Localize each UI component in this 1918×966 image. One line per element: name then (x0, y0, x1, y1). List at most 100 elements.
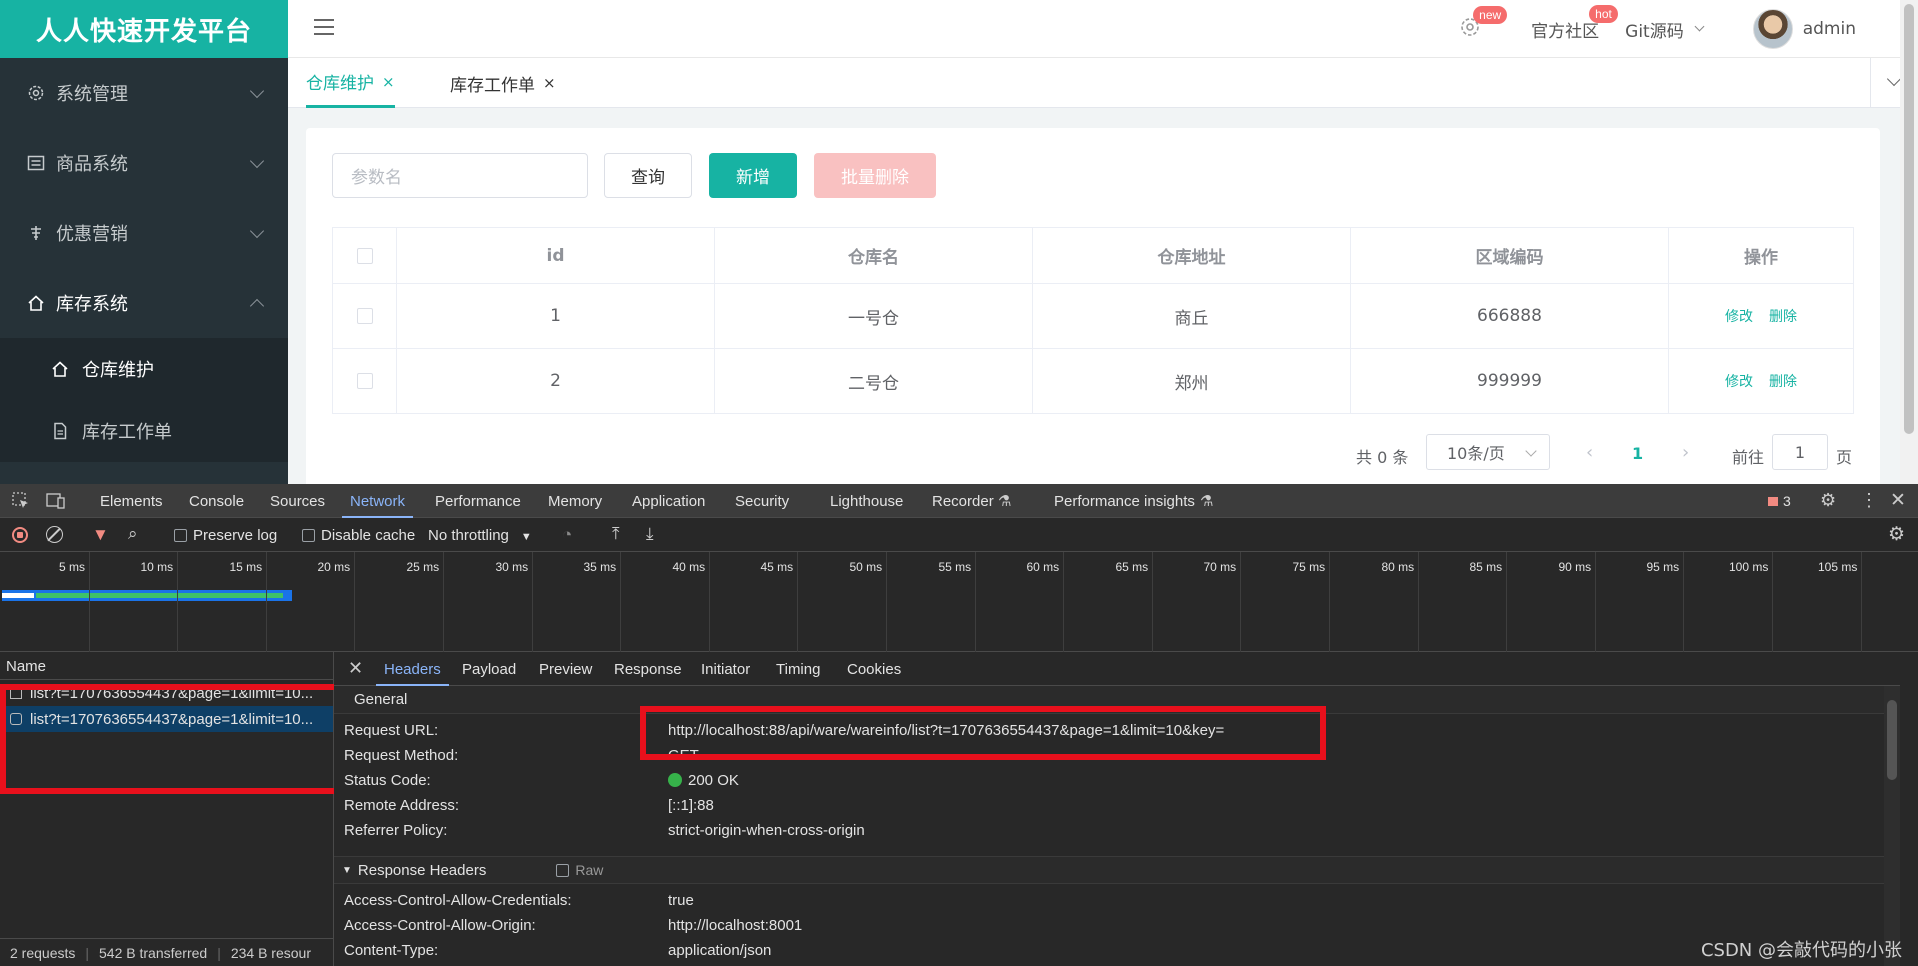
detail-tab-timing[interactable]: Timing (776, 661, 820, 678)
devtools-tab-performance-insights[interactable]: Performance insights (1054, 493, 1195, 510)
network-summary: 2 requests | 542 B transferred | 234 B r… (0, 938, 334, 966)
menu-item-inventory[interactable]: 库存系统 (0, 268, 288, 338)
device-toggle-icon[interactable] (46, 492, 66, 514)
network-timeline[interactable]: 5 ms 10 ms 15 ms 20 ms 25 ms 30 ms 35 ms 40 ms 4… (0, 552, 1918, 652)
devtools-tab-recorder[interactable]: Recorder (932, 493, 994, 510)
devtools-tab-performance[interactable]: Performance (435, 493, 521, 510)
community-link[interactable]: 官方社区 hot (1531, 4, 1618, 42)
header-key: Request Method: (344, 747, 459, 764)
response-headers-section-header[interactable]: ▼ Response Headers Raw (334, 856, 1900, 884)
header-value[interactable]: [::1]:88 (668, 797, 714, 814)
network-conditions-icon[interactable]: ◔ (562, 525, 572, 545)
select-all-checkbox[interactable] (356, 247, 373, 264)
menu-item-coupon[interactable]: 优惠营销 (0, 198, 288, 268)
git-source-dropdown[interactable]: Git源码 (1625, 17, 1705, 42)
resources-size: 234 B resour (230, 944, 311, 961)
header-value[interactable]: application/json (668, 942, 771, 959)
column-header[interactable]: 区域编码 (1350, 227, 1669, 284)
header-value[interactable]: http://localhost:8001 (668, 917, 802, 934)
preserve-log-checkbox[interactable]: Preserve log (174, 527, 277, 544)
current-page[interactable]: 1 (1632, 444, 1643, 463)
network-settings-icon[interactable]: ⚙ (1888, 523, 1905, 546)
record-icon[interactable] (12, 527, 28, 543)
import-har-icon[interactable]: ⤒ (612, 524, 620, 544)
raw-toggle[interactable]: Raw (556, 862, 603, 878)
add-button[interactable]: 新增 (709, 153, 797, 198)
devtools-tab-network[interactable]: Network (341, 493, 414, 518)
next-page-button[interactable]: › (1682, 442, 1689, 463)
settings-button[interactable]: new (1459, 5, 1508, 43)
page-scrollbar[interactable] (1900, 0, 1918, 484)
column-header[interactable]: 仓库地址 (1032, 227, 1351, 284)
more-options-icon[interactable]: ⋮ (1860, 490, 1878, 511)
param-search-input[interactable]: 参数名 (332, 153, 588, 198)
timeline-gridline (1683, 552, 1684, 652)
throttling-select[interactable]: No throttling ▼ (428, 527, 532, 544)
close-icon[interactable]: × (543, 74, 556, 92)
search-icon[interactable]: ⌕ (128, 524, 138, 544)
detail-scrollbar[interactable] (1884, 686, 1900, 966)
highlight-box-request-url (640, 706, 1326, 760)
header-key: Access-Control-Allow-Credentials: (344, 892, 572, 909)
timeline-gridline (709, 552, 710, 652)
devtools-tab-sources[interactable]: Sources (270, 493, 325, 510)
close-devtools-icon[interactable]: ✕ (1890, 489, 1906, 512)
header-value[interactable]: strict-origin-when-cross-origin (668, 822, 865, 839)
export-har-icon[interactable]: ⤓ (646, 524, 654, 544)
hamburger-icon[interactable] (314, 19, 334, 35)
header-value[interactable]: true (668, 892, 694, 909)
batch-delete-button[interactable]: 批量删除 (814, 153, 936, 198)
submenu-item-warehouse[interactable]: 仓库维护 (0, 338, 288, 400)
edit-link[interactable]: 修改 (1725, 374, 1753, 390)
prev-page-button[interactable]: ‹ (1586, 442, 1593, 463)
devtools-tab-security[interactable]: Security (735, 493, 789, 510)
column-header[interactable]: id (396, 227, 715, 284)
menu-item-system[interactable]: 系统管理 (0, 58, 288, 128)
row-checkbox[interactable] (356, 373, 373, 389)
devtools-tab-memory[interactable]: Memory (548, 493, 602, 510)
header-right: new 官方社区 hot Git源码 admin (1459, 0, 1918, 58)
issues-counter[interactable]: 3 (1768, 493, 1791, 509)
page-size-select[interactable]: 10条/页 (1426, 434, 1550, 470)
timeline-gridline (886, 552, 887, 652)
devtools-tab-lighthouse[interactable]: Lighthouse (830, 493, 903, 510)
name-column-header[interactable]: Name (0, 652, 333, 680)
inspect-icon[interactable] (12, 492, 30, 514)
devtools-tab-application[interactable]: Application (632, 493, 705, 510)
detail-tab-headers[interactable]: Headers (376, 661, 449, 686)
warehouse-table: id 仓库名 仓库地址 区域编码 操作 1 一号仓 商丘 666888 修改 删除 (332, 227, 1854, 414)
status-value[interactable]: 200 OK (668, 772, 739, 789)
submenu-item-stock-task[interactable]: 库存工作单 (0, 400, 288, 462)
settings-gear-icon[interactable]: ⚙ (1820, 490, 1836, 511)
filter-icon[interactable]: ▼ (92, 525, 109, 545)
avatar[interactable] (1752, 9, 1793, 49)
goto-label: 前往 (1732, 448, 1765, 467)
goto-page-input[interactable]: 1 (1772, 434, 1828, 470)
timeline-gridline (1152, 552, 1153, 652)
close-icon[interactable]: × (382, 73, 395, 91)
column-header: 操作 (1668, 227, 1854, 284)
devtools-panel: Elements Console Sources Network Perform… (0, 484, 1918, 966)
timeline-tick-label: 105 ms (1818, 560, 1858, 574)
tab-warehouse[interactable]: 仓库维护 × (306, 58, 395, 108)
username[interactable]: admin (1803, 19, 1856, 39)
menu-item-product[interactable]: 商品系统 (0, 128, 288, 198)
disable-cache-checkbox[interactable]: Disable cache (302, 527, 415, 544)
detail-tab-initiator[interactable]: Initiator (701, 661, 750, 678)
delete-link[interactable]: 删除 (1769, 309, 1797, 325)
close-detail-icon[interactable]: ✕ (348, 658, 363, 679)
hot-badge: hot (1589, 4, 1618, 23)
column-header[interactable]: 仓库名 (714, 227, 1033, 284)
devtools-tab-console[interactable]: Console (189, 493, 244, 510)
clear-icon[interactable] (46, 526, 63, 543)
query-button[interactable]: 查询 (604, 153, 692, 198)
row-checkbox[interactable] (356, 308, 373, 324)
edit-link[interactable]: 修改 (1725, 309, 1753, 325)
detail-tab-preview[interactable]: Preview (539, 661, 592, 678)
tab-stock-task[interactable]: 库存工作单 × (450, 58, 556, 108)
detail-tab-response[interactable]: Response (614, 661, 682, 678)
detail-tab-payload[interactable]: Payload (462, 661, 516, 678)
delete-link[interactable]: 删除 (1769, 374, 1797, 390)
detail-tab-cookies[interactable]: Cookies (847, 661, 901, 678)
devtools-tab-elements[interactable]: Elements (100, 493, 163, 510)
